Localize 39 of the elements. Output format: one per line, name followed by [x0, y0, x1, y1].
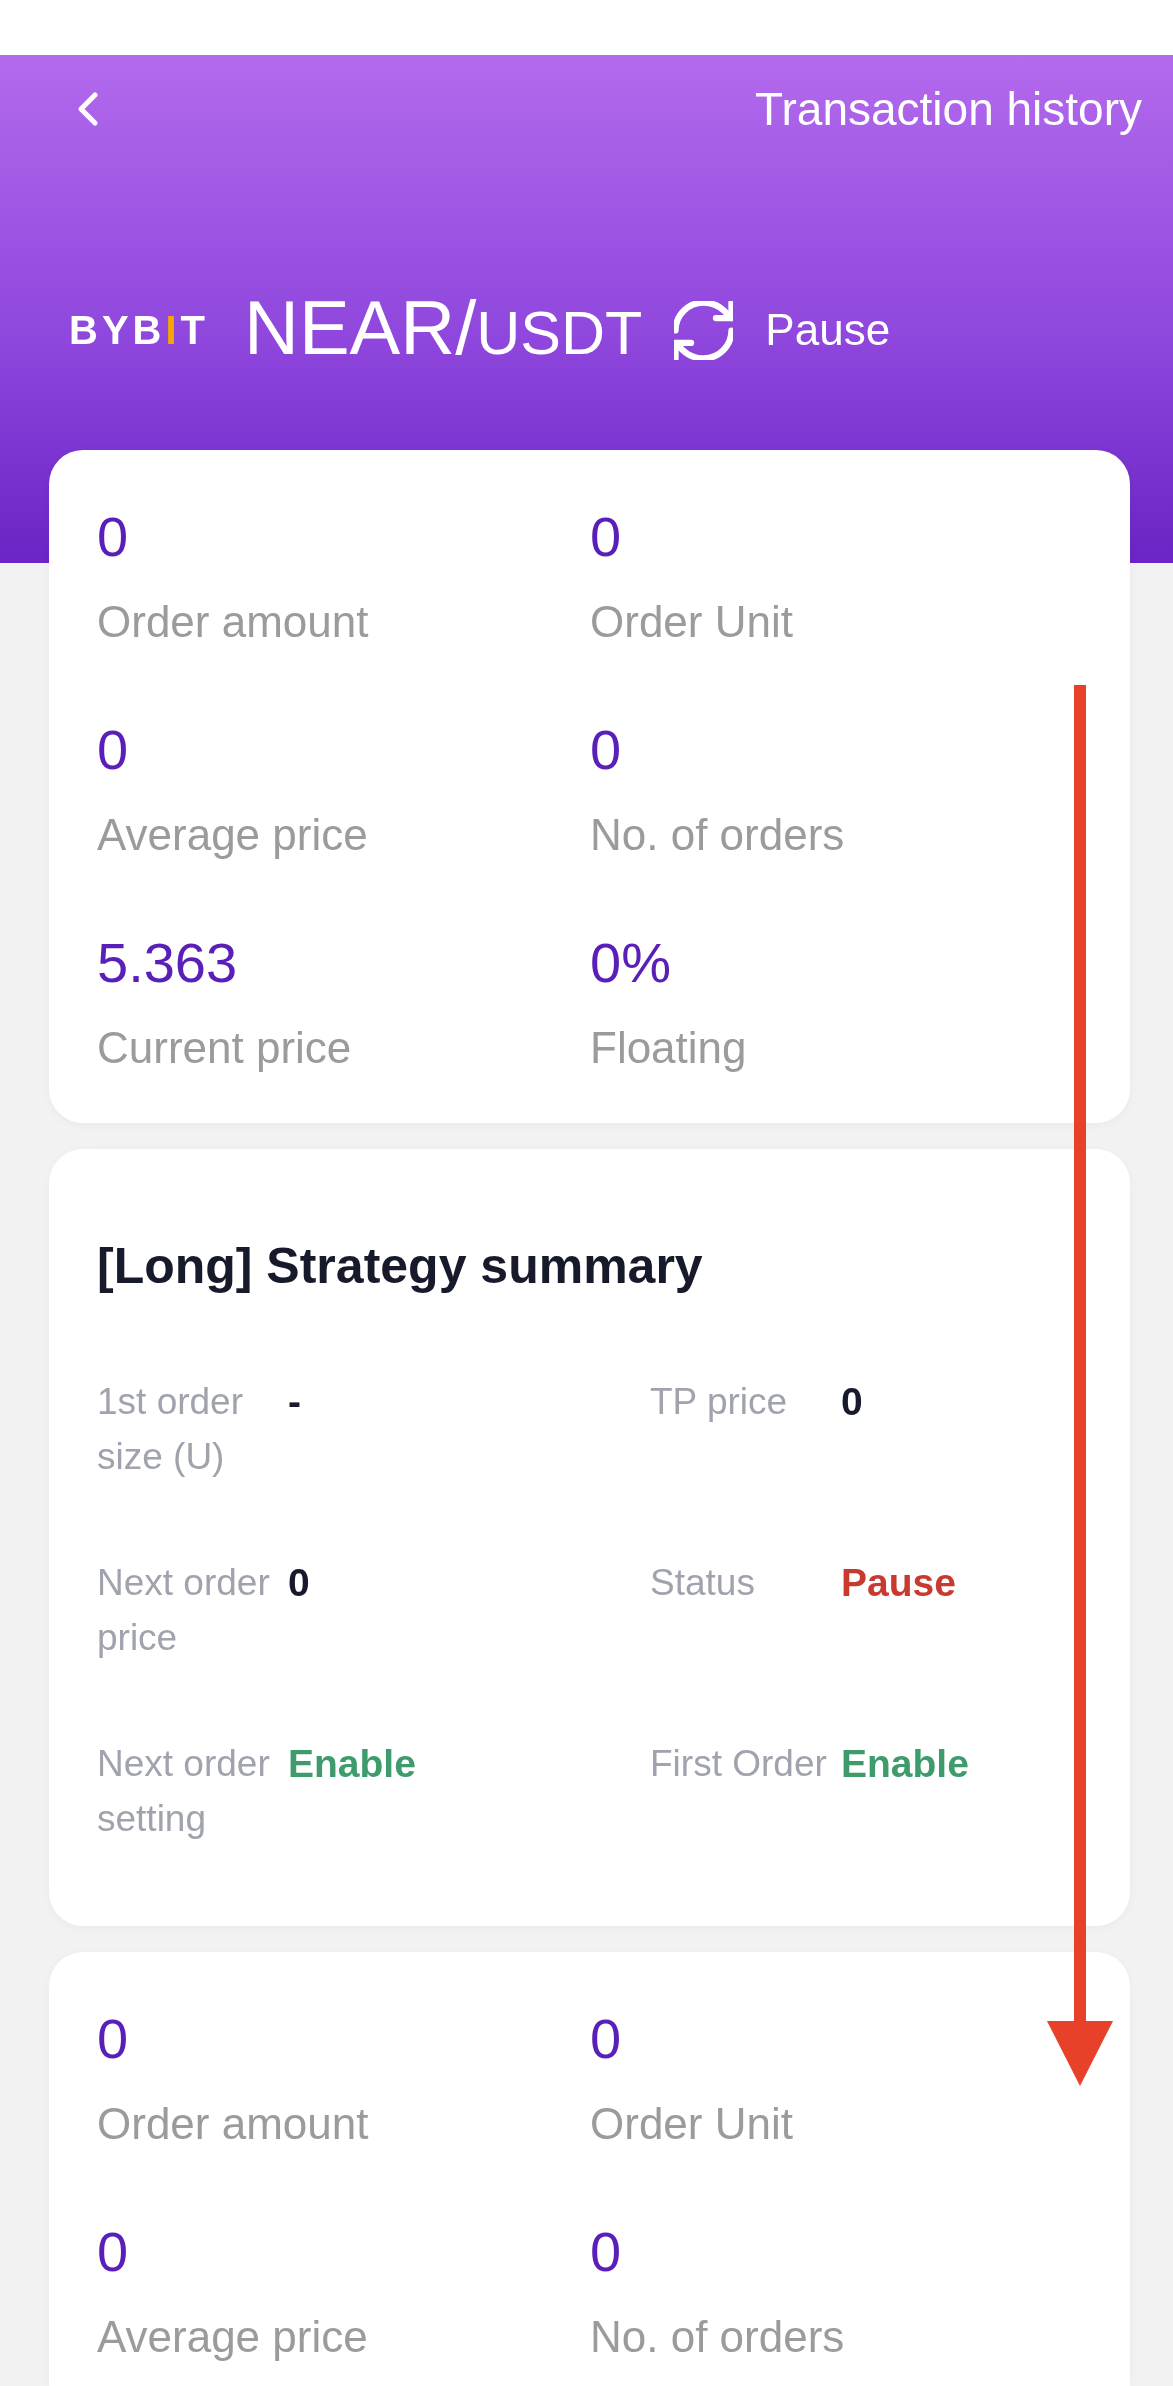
stat-value: 0 [590, 717, 623, 783]
summary-label: 1st order size (U) [97, 1380, 244, 1479]
summary-value: 0 [841, 1379, 863, 1425]
stat-label: Current price [97, 1022, 353, 1074]
summary-label: TP price [650, 1380, 789, 1424]
stat-label: Order Unit [590, 2098, 794, 2150]
back-icon[interactable] [77, 92, 99, 126]
summary-label: Next order setting [97, 1742, 271, 1841]
brand-logo: BYBIT [69, 307, 209, 354]
status-text: Pause [765, 304, 891, 356]
stat-label: No. of orders [590, 809, 846, 861]
stat-value: 0 [590, 504, 623, 570]
stat-label: Average price [97, 2311, 369, 2363]
stat-label: Order amount [97, 2098, 370, 2150]
summary-value: Pause [841, 1560, 956, 1606]
stat-label: Order amount [97, 596, 370, 648]
stat-value: 0 [97, 504, 130, 570]
stat-value: 0 [97, 2219, 130, 2285]
summary-label: First Order [650, 1742, 828, 1786]
stat-value: 0 [590, 2006, 623, 2072]
refresh-icon[interactable] [674, 300, 734, 360]
stat-label: Floating [590, 1022, 748, 1074]
stat-label: No. of orders [590, 2311, 846, 2363]
stat-value: 0 [97, 2006, 130, 2072]
summary-value: Enable [841, 1741, 969, 1787]
stat-value: 0% [590, 930, 672, 996]
summary-value: - [288, 1379, 301, 1425]
transaction-history-link[interactable]: Transaction history [755, 81, 1142, 137]
stat-value: 0 [590, 2219, 623, 2285]
stat-value: 5.363 [97, 930, 239, 996]
stat-label: Order Unit [590, 596, 794, 648]
summary-label: Next order price [97, 1561, 271, 1660]
summary-value: 0 [288, 1560, 310, 1606]
summary-value: Enable [288, 1741, 416, 1787]
stat-label: Average price [97, 809, 369, 861]
stat-value: 0 [97, 717, 130, 783]
card-title: [Long] Strategy summary [97, 1238, 704, 1294]
pair-title: NEAR/USDT [244, 283, 643, 372]
summary-label: Status [650, 1561, 756, 1605]
